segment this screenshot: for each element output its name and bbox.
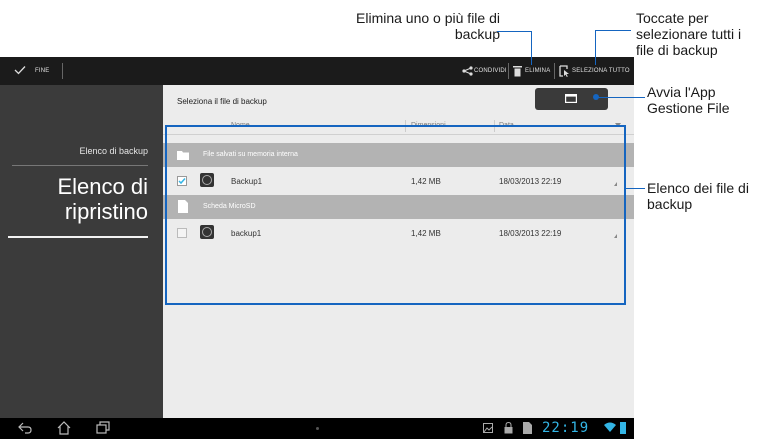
lock-icon <box>504 422 513 434</box>
callout-select-all: Toccate per selezionare tutti i file di … <box>636 10 742 58</box>
system-bar: 22:19 <box>0 418 634 439</box>
select-all-button[interactable]: SELEZIONA TUTTO <box>572 68 630 74</box>
checkmark-icon[interactable] <box>14 65 26 75</box>
callout-backup-list: Elenco dei file di backup <box>647 180 749 212</box>
select-all-icon[interactable] <box>559 65 570 77</box>
leader-line-file-manager <box>596 97 645 98</box>
backup-list-highlight <box>165 125 626 305</box>
divider <box>12 165 148 166</box>
leader-line-select-all <box>595 30 596 65</box>
sidebar-item-label: Elenco di <box>57 174 148 199</box>
recent-apps-icon[interactable] <box>96 421 110 434</box>
gallery-icon <box>483 423 493 433</box>
share-button[interactable]: CONDIVIDI <box>474 68 507 74</box>
separator <box>62 63 63 79</box>
sidebar: Elenco di backup Elenco di ripristino <box>0 85 163 418</box>
callout-file-manager: Avvia l'App Gestione File <box>647 84 730 116</box>
separator <box>554 63 555 79</box>
sidebar-item-label: ripristino <box>64 199 148 224</box>
action-bar: FINE CONDIVIDI ELIMINA SELEZIONA TUTTO <box>0 57 634 85</box>
home-icon[interactable] <box>57 421 71 435</box>
leader-line-backup-list <box>624 188 645 189</box>
leader-line-select-all <box>595 30 631 31</box>
page-title: Seleziona il file di backup <box>177 97 267 106</box>
sidebar-item-backup-list[interactable]: Elenco di backup <box>0 142 163 172</box>
notification-dot <box>316 427 319 430</box>
document-icon <box>523 422 532 434</box>
wifi-icon <box>604 422 616 432</box>
done-button[interactable]: FINE <box>35 68 49 74</box>
share-icon[interactable] <box>462 66 473 76</box>
trash-icon[interactable] <box>513 65 522 77</box>
back-icon[interactable] <box>18 422 32 434</box>
sidebar-item-restore-list[interactable]: Elenco di ripristino <box>0 174 163 238</box>
battery-icon <box>620 422 626 434</box>
leader-dot <box>593 94 599 100</box>
clock: 22:19 <box>542 420 590 436</box>
leader-line-delete <box>531 31 532 65</box>
separator <box>508 63 509 79</box>
selection-underline <box>8 236 148 238</box>
sidebar-item-label: Elenco di backup <box>79 146 148 156</box>
leader-line-delete <box>497 31 531 32</box>
callout-delete: Elimina uno o più file di backup <box>356 10 500 42</box>
folder-icon <box>565 94 577 103</box>
delete-button[interactable]: ELIMINA <box>525 68 550 74</box>
